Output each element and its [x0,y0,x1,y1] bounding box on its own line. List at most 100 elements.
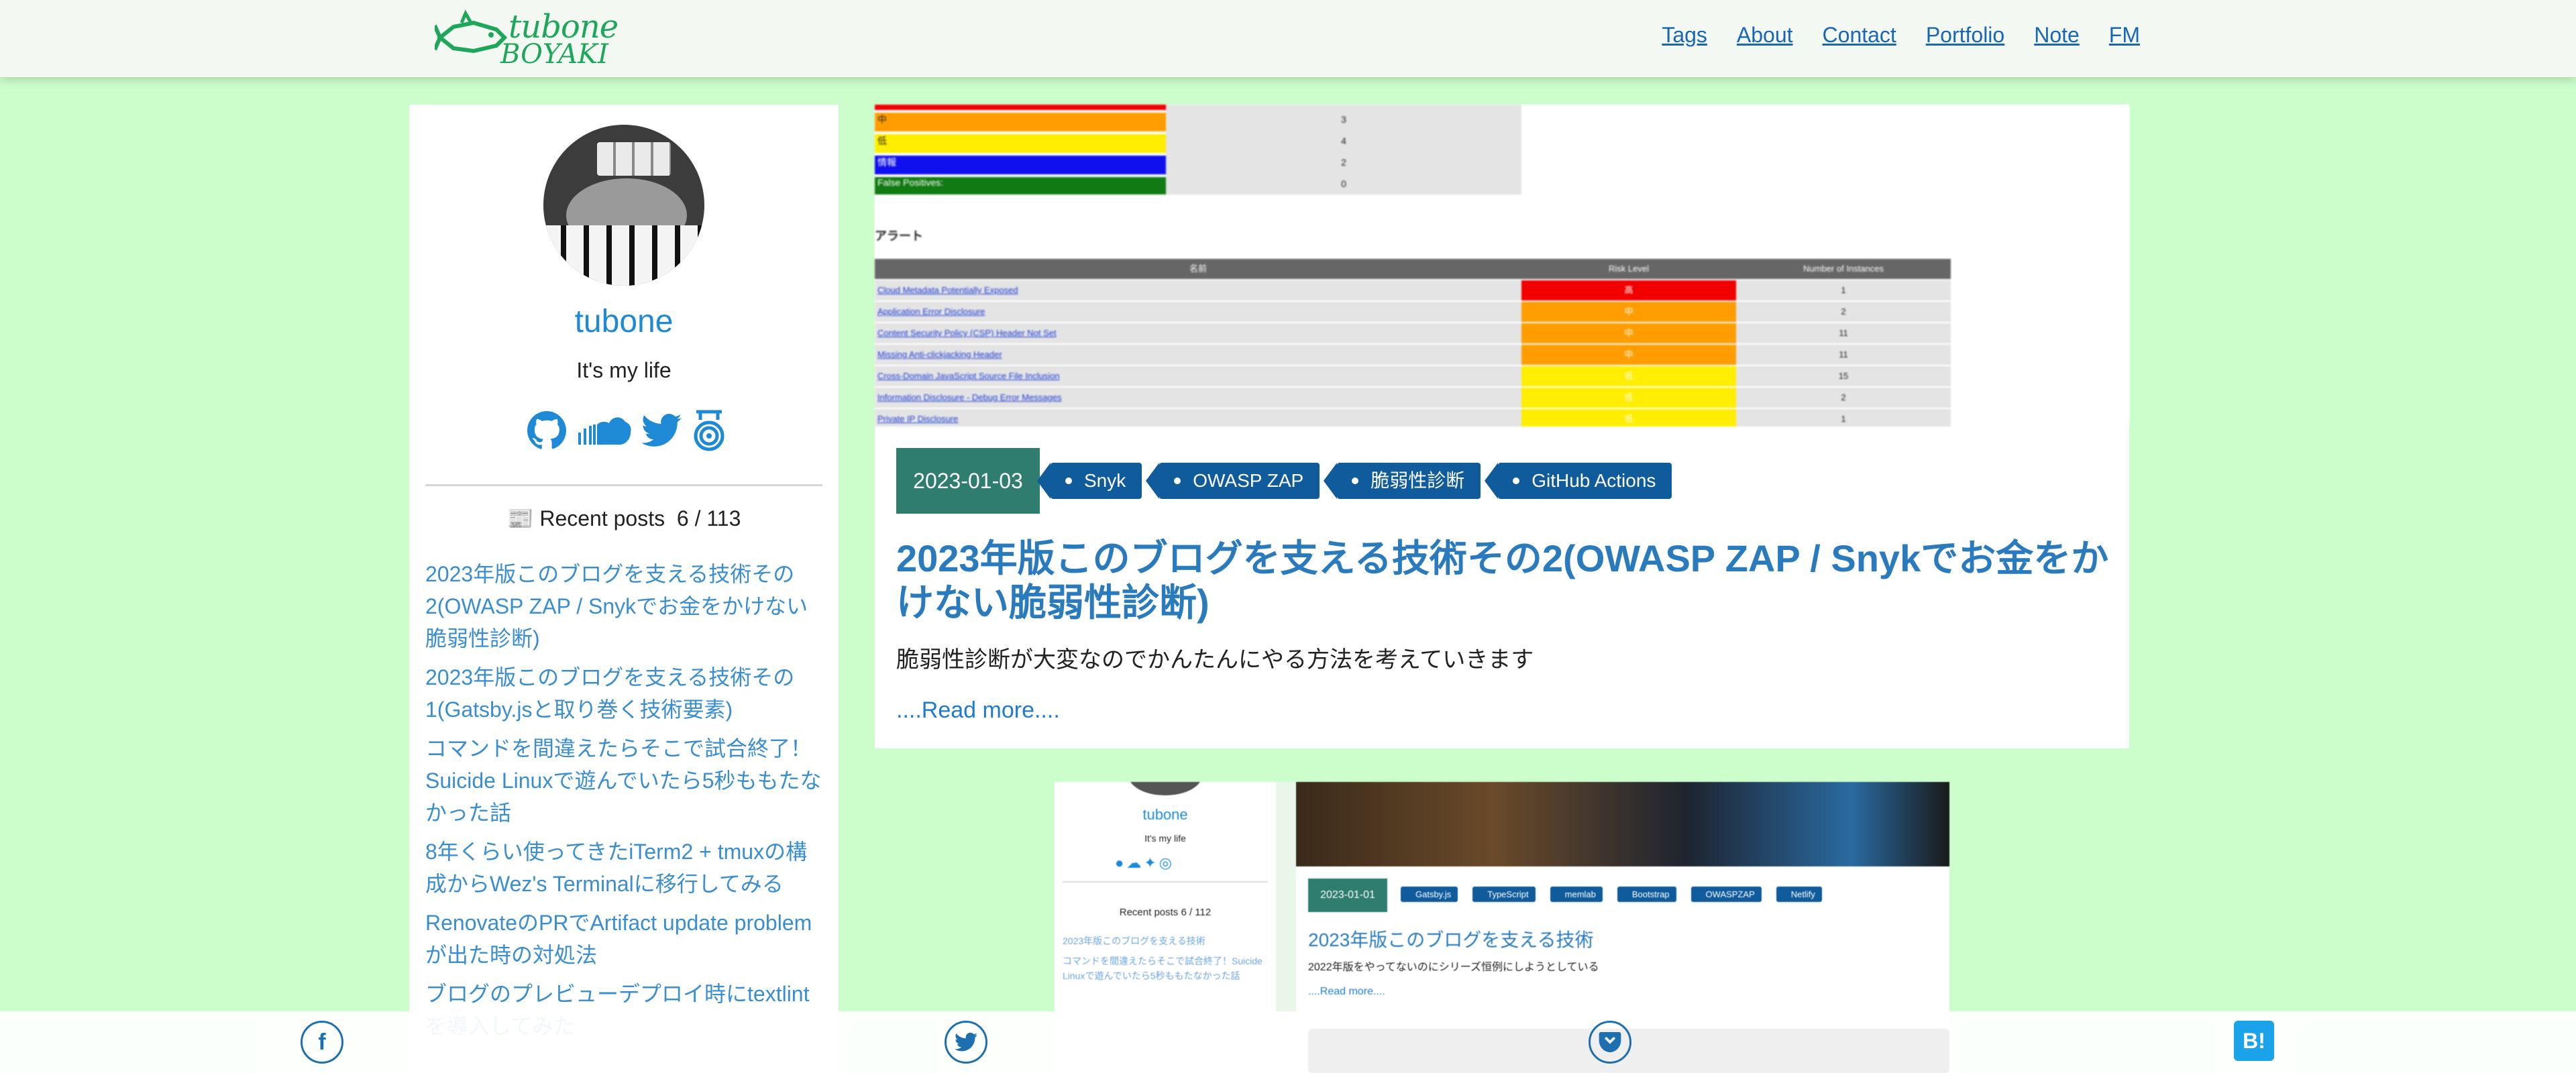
alerts-col-name: 名前 [1189,264,1207,274]
tag-link-vulnerability-scan[interactable]: 脆弱性診断 [1324,463,1481,499]
alert-row: Cloud Metadata Potentially Exposed 高 1 [875,280,1951,300]
alert-count: 11 [1736,323,1951,343]
preview-tag: Gatsby.js [1401,887,1458,902]
pocket-icon [1599,1032,1621,1052]
recent-posts-list: 2023年版このブログを支える技術その2(OWASP ZAP / Snykでお金… [425,558,828,1049]
preview-title: 2023年版このブログを支える技術 [1308,929,1594,950]
preview-desc: 2022年版をやってないのにシリーズ恒例にしようとしている [1308,962,1599,973]
read-more-link[interactable]: ....Read more.... [896,697,1060,724]
post-date-badge: 2023-01-03 [896,448,1040,514]
summary-count: 4 [1341,135,1346,146]
avatar [543,125,704,286]
summary-label: 低 [877,135,887,146]
alerts-heading: アラート [875,229,923,243]
profile-sidebar: tubone It's my life 📰 Recent posts 6 / 1… [409,105,839,1073]
preview-social-icons: ●☁✦◎ [1115,854,1175,871]
alert-row: Content Security Policy (CSP) Header Not… [875,323,1951,343]
alert-row: Application Error Disclosure 中 2 [875,302,1951,322]
profile-tagline: It's my life [576,358,672,382]
site-header: tubone BOYAKI Tags About Contact Portfol… [0,0,2576,77]
nav-note-link[interactable]: Note [2034,23,2080,48]
alert-risk: 低 [1521,366,1736,386]
preview-date: 2023-01-01 [1308,879,1387,912]
social-links [527,409,727,455]
preview-name: tubone [1142,806,1188,823]
alert-name: Private IP Disclosure [875,409,1521,427]
alert-count: 2 [1736,388,1951,408]
alert-name: Cross-Domain JavaScript Source File Incl… [875,366,1521,386]
preview-tag: TypeScript [1472,887,1536,902]
summary-count: 0 [1341,178,1346,189]
alerts-col-risk: Risk Level [1609,264,1649,274]
preview-tag: memlab [1550,887,1603,902]
alert-count: 11 [1736,345,1951,365]
nav-fm-link[interactable]: FM [2109,23,2140,48]
summary-label: False Positives: [877,177,944,188]
summary-label: 情報 [877,157,896,168]
recent-posts-label: Recent posts [539,506,665,530]
alert-risk: 高 [1521,280,1736,300]
preview-tagline: It's my life [1144,833,1186,844]
tag-link-github-actions[interactable]: GitHub Actions [1485,463,1672,499]
alert-risk: 低 [1521,409,1736,427]
tag-link-snyk[interactable]: Snyk [1036,463,1142,499]
recent-post-link[interactable]: 2023年版このブログを支える技術その2(OWASP ZAP / Snykでお金… [425,558,828,655]
preview-tag: OWASPZAP [1690,887,1762,902]
post-tags: Snyk OWASP ZAP 脆弱性診断 GitHub Actions [1036,463,1672,499]
summary-count: 3 [1341,114,1346,125]
post-title[interactable]: 2023年版このブログを支える技術その2(OWASP ZAP / Snykでお金… [896,536,2117,625]
main-nav: Tags About Contact Portfolio Note FM [1632,23,2140,48]
alert-count: 1 [1736,409,1951,427]
summary-count: 2 [1341,157,1346,168]
recent-post-link[interactable]: 8年くらい使ってきたiTerm2 + tmuxの構成からWez's Termin… [425,836,828,900]
recent-posts-heading: 📰 Recent posts 6 / 113 [409,506,839,531]
scrapbox-icon[interactable] [691,409,727,455]
recent-post-link[interactable]: コマンドを間違えたらそこで試合終了！Suicide Linuxで遊んでいたら5秒… [425,732,828,829]
recent-post-link[interactable]: RenovateのPRでArtifact update problemが出た時の… [425,907,828,971]
twitter-share-button[interactable] [945,1021,987,1064]
alerts-col-count: Number of Instances [1803,264,1884,274]
alert-risk: 中 [1521,345,1736,365]
tag-link-owasp-zap[interactable]: OWASP ZAP [1146,463,1320,499]
alert-risk: 低 [1521,388,1736,408]
alert-risk: 中 [1521,302,1736,322]
preview-recent-item: 2023年版このブログを支える技術 [1063,936,1205,946]
summary-label: 中 [877,114,887,125]
alert-name: Information Disclosure - Debug Error Mes… [875,388,1521,408]
pocket-share-button[interactable] [1589,1021,1631,1064]
fish-logo-icon [435,9,508,54]
alert-count: 2 [1736,302,1951,322]
post-card: 中 低 情報 False Positives: 3 4 2 0 アラート 名前 … [875,105,2129,748]
post-description: 脆弱性診断が大変なのでかんたんにやる方法を考えていきます [896,647,1534,673]
newspaper-icon: 📰 [506,506,534,530]
preview-tag: Bootstrap [1617,887,1676,902]
share-bar: f B! [0,1011,2576,1073]
alert-row: Missing Anti-clickjacking Header 中 11 [875,345,1951,365]
site-logo[interactable]: tubone BOYAKI [435,7,629,70]
recent-post-link[interactable]: 2023年版このブログを支える技術その1(Gatsby.jsと取り巻く技術要素) [425,661,828,726]
hatena-icon: B! [2243,1028,2265,1053]
avatar-tiles [597,142,671,176]
soundcloud-icon[interactable] [576,414,632,451]
facebook-share-button[interactable]: f [301,1021,343,1064]
alert-name: Application Error Disclosure [875,302,1521,322]
alert-name: Missing Anti-clickjacking Header [875,345,1521,365]
nav-portfolio-link[interactable]: Portfolio [1926,23,2004,48]
profile-name[interactable]: tubone [409,303,839,340]
sidebar-divider [425,484,822,486]
nav-about-link[interactable]: About [1737,23,1793,48]
alert-risk: 中 [1521,323,1736,343]
nav-contact-link[interactable]: Contact [1823,23,1896,48]
twitter-icon[interactable] [641,413,682,451]
preview-avatar [1128,782,1202,795]
alert-name: Content Security Policy (CSP) Header Not… [875,323,1521,343]
hatena-bookmark-button[interactable]: B! [2234,1021,2274,1061]
alert-row: Private IP Disclosure 低 1 [875,409,1951,427]
nav-tags-link[interactable]: Tags [1662,23,1707,48]
recent-posts-count: 6 / 113 [676,506,741,530]
avatar-keyboard [543,225,704,286]
logo-text-bottom: BOYAKI [500,39,608,70]
github-icon[interactable] [527,411,566,453]
post-thumbnail-zap-report[interactable]: 中 低 情報 False Positives: 3 4 2 0 アラート 名前 … [875,105,2129,427]
preview-read-more: ....Read more.... [1308,986,1385,997]
